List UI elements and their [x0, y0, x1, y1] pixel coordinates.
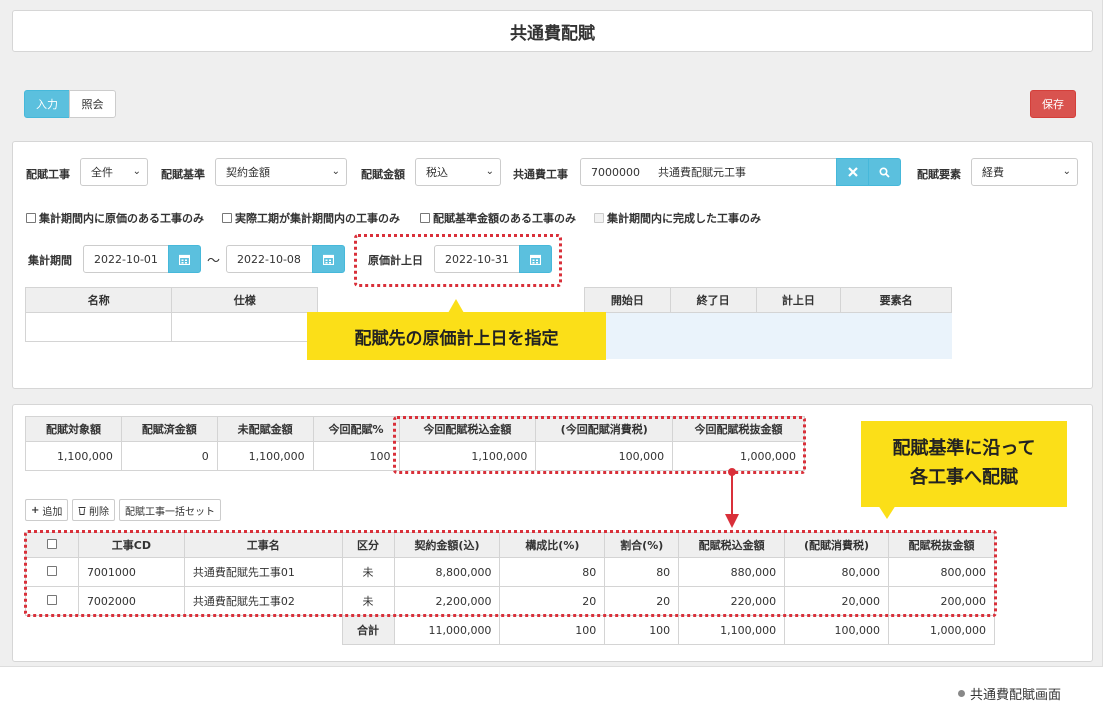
app-screen: 共通費配賦 入力 照会 保存 配賦工事 全件 ⌄ 配賦基準 契約金額 ⌄ 配賦金額 …	[0, 0, 1103, 667]
detail-highlight	[24, 530, 997, 617]
search-table-empty-area	[584, 313, 952, 359]
period-to-calendar-button[interactable]	[312, 245, 345, 273]
figure-caption: 共通費配賦画面	[958, 684, 1061, 703]
clear-button[interactable]	[836, 158, 869, 186]
chevron-down-icon: ⌄	[331, 166, 340, 177]
alloc-basis-label: 配賦基準	[161, 168, 205, 181]
period-label: 集計期間	[28, 254, 72, 267]
search-table-left: 名称 仕様	[24, 287, 318, 342]
alloc-work-label: 配賦工事	[26, 168, 70, 181]
plus-icon: +	[31, 504, 40, 516]
col-start: 開始日	[584, 287, 671, 313]
element-value: 経費	[982, 166, 1004, 179]
cell-name[interactable]	[24, 312, 173, 342]
total-label: 合計	[341, 615, 395, 645]
summary-header: 配賦対象額	[25, 416, 122, 442]
checkbox-basis-amount[interactable]: 配賦基準金額のある工事のみ	[420, 210, 576, 226]
period-from-calendar-button[interactable]	[168, 245, 201, 273]
checkbox-cost-in-period[interactable]: 集計期間内に原価のある工事のみ	[26, 210, 204, 226]
close-icon	[847, 167, 858, 177]
total-value: 100	[604, 615, 680, 645]
summary-header: 未配賦金額	[216, 416, 314, 442]
search-table-right: 開始日 終了日 計上日 要素名	[584, 287, 952, 313]
checkbox-label: 配賦基準金額のある工事のみ	[433, 212, 576, 225]
calendar-icon	[179, 254, 190, 265]
checkbox-box[interactable]	[26, 213, 36, 223]
spacer	[184, 616, 342, 645]
checkbox-label: 集計期間内に完成した工事のみ	[607, 212, 761, 225]
search-button[interactable]	[868, 158, 901, 186]
callout-pointer-icon	[448, 299, 464, 313]
total-row: 合計 11,000,000 100 100 1,100,000 100,000 …	[26, 615, 995, 645]
alloc-basis-select[interactable]: 契約金額 ⌄	[215, 158, 347, 186]
total-value: 1,100,000	[678, 615, 786, 645]
total-value: 1,000,000	[888, 615, 995, 645]
total-value: 11,000,000	[393, 615, 501, 645]
tab-view[interactable]: 照会	[69, 90, 116, 118]
page-title: 共通費配賦	[12, 10, 1093, 52]
col-end: 終了日	[669, 287, 757, 313]
checkbox-actual-period[interactable]: 実際工期が集計期間内の工事のみ	[222, 210, 400, 226]
total-value: 100,000	[784, 615, 890, 645]
period-from-input[interactable]: 2022-10-01	[83, 245, 169, 273]
summary-value: 100	[312, 441, 400, 471]
checkbox-completed[interactable]: 集計期間内に完成した工事のみ	[594, 210, 761, 226]
alloc-amount-label: 配賦金額	[361, 168, 405, 181]
search-icon	[879, 166, 890, 178]
add-button[interactable]: + 追加	[25, 499, 69, 521]
alloc-amount-select[interactable]: 税込 ⌄	[415, 158, 501, 186]
callout-allocation-line1: 配賦基準に沿って	[892, 438, 1036, 460]
save-button[interactable]: 保存	[1030, 90, 1076, 118]
chevron-down-icon: ⌄	[1062, 166, 1071, 177]
arrow-down-icon	[725, 468, 739, 528]
checkbox-box[interactable]	[420, 213, 430, 223]
chevron-down-icon: ⌄	[485, 166, 494, 177]
callout-cost-date: 配賦先の原価計上日を指定	[307, 312, 606, 360]
tab-input[interactable]: 入力	[24, 90, 70, 118]
callout-allocation-line2: 各工事へ配賦	[910, 467, 1018, 488]
col-name: 名称	[24, 287, 173, 313]
summary-header: 今回配賦%	[312, 416, 400, 442]
trash-icon	[78, 506, 86, 515]
summary-highlight	[393, 416, 806, 474]
alloc-basis-value: 契約金額	[226, 166, 270, 179]
checkbox-label: 集計期間内に原価のある工事のみ	[39, 212, 204, 225]
col-posted: 計上日	[755, 287, 842, 313]
delete-label: 削除	[89, 506, 109, 518]
checkbox-box[interactable]	[594, 213, 604, 223]
col-element: 要素名	[840, 287, 952, 313]
summary-value: 1,100,000	[25, 441, 122, 471]
callout-pointer-icon	[878, 505, 896, 519]
total-value: 100	[499, 615, 606, 645]
col-spec: 仕様	[171, 287, 318, 313]
checkbox-box[interactable]	[222, 213, 232, 223]
checkbox-label: 実際工期が集計期間内の工事のみ	[235, 212, 400, 225]
calendar-icon	[323, 254, 334, 265]
chevron-down-icon: ⌄	[132, 166, 141, 177]
alloc-work-select[interactable]: 全件 ⌄	[80, 158, 148, 186]
bulk-set-button[interactable]: 配賦工事一括セット	[119, 499, 221, 521]
add-label: 追加	[42, 506, 63, 518]
bullet-icon	[958, 690, 965, 697]
element-select[interactable]: 経費 ⌄	[971, 158, 1078, 186]
alloc-work-value: 全件	[91, 166, 113, 179]
cost-date-highlight	[354, 234, 562, 287]
common-work-name-input[interactable]: 共通費配賦元工事	[648, 158, 837, 186]
spacer	[78, 616, 184, 645]
delete-button[interactable]: 削除	[72, 499, 115, 521]
caption-text: 共通費配賦画面	[970, 688, 1062, 703]
common-work-label: 共通費工事	[513, 168, 568, 181]
summary-value: 1,100,000	[216, 441, 314, 471]
summary-value: 0	[120, 441, 218, 471]
period-to-input[interactable]: 2022-10-08	[226, 245, 313, 273]
callout-allocation: 配賦基準に沿って 各工事へ配賦	[861, 421, 1067, 507]
element-label: 配賦要素	[917, 168, 961, 181]
cell-spec[interactable]	[171, 312, 318, 342]
alloc-amount-value: 税込	[426, 166, 448, 179]
period-tilde: 〜	[207, 254, 221, 269]
spacer	[26, 616, 79, 645]
summary-header: 配賦済金額	[120, 416, 218, 442]
common-work-code-input[interactable]: 7000000	[580, 158, 649, 186]
